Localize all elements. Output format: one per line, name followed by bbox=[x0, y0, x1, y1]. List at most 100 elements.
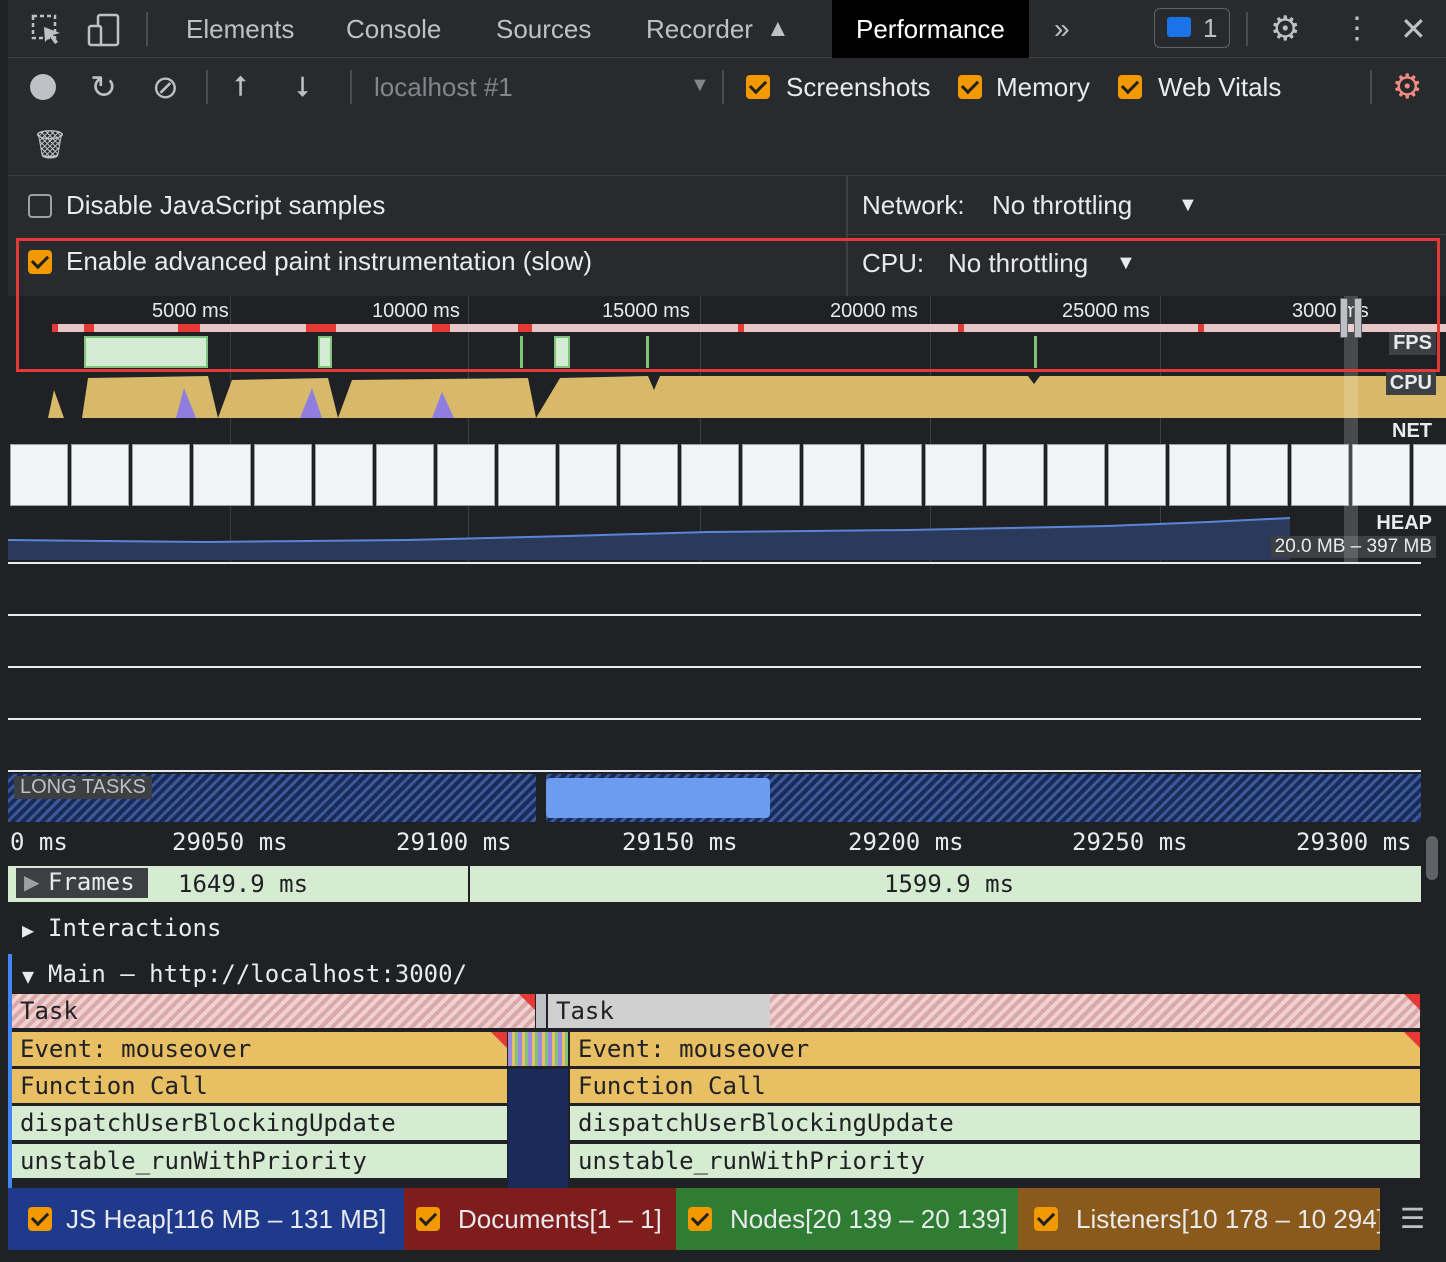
screenshot-thumbnail[interactable] bbox=[376, 444, 434, 506]
screenshot-thumbnail[interactable] bbox=[498, 444, 556, 506]
screenshot-thumbnail[interactable] bbox=[193, 444, 251, 506]
screenshot-thumbnail[interactable] bbox=[1230, 444, 1288, 506]
flame-event[interactable]: Event: mouseover bbox=[570, 1032, 1421, 1066]
trash-icon[interactable]: 🗑 bbox=[32, 116, 68, 174]
flame-mini-blocks bbox=[536, 994, 546, 1028]
long-tasks-track[interactable]: LONG TASKS bbox=[8, 774, 1421, 822]
flame-gap-block bbox=[508, 1069, 568, 1188]
tab-sources[interactable]: Sources bbox=[496, 0, 591, 58]
screenshot-thumbnail[interactable] bbox=[620, 444, 678, 506]
more-tabs-icon[interactable]: » bbox=[1054, 0, 1070, 58]
listeners-label: Listeners[10 178 – 10 294] bbox=[1076, 1204, 1380, 1234]
close-icon[interactable]: ✕ bbox=[1400, 0, 1427, 58]
frame-divider bbox=[468, 866, 470, 902]
toolbar-divider bbox=[206, 70, 208, 104]
screenshot-thumbnail[interactable] bbox=[986, 444, 1044, 506]
screenshot-thumbnail[interactable] bbox=[1169, 444, 1227, 506]
kebab-menu-icon[interactable]: ⋮ bbox=[1342, 0, 1372, 58]
screenshot-thumbnail[interactable] bbox=[925, 444, 983, 506]
hamburger-menu-icon[interactable]: ☰ bbox=[1400, 1190, 1425, 1248]
documents-checkbox[interactable] bbox=[416, 1207, 440, 1231]
interactions-track-label[interactable]: Interactions bbox=[48, 914, 221, 942]
flame-function-call[interactable]: Function Call bbox=[12, 1069, 508, 1103]
listeners-checkbox[interactable] bbox=[1034, 1207, 1058, 1231]
flame-dispatch-label: dispatchUserBlockingUpdate bbox=[578, 1109, 954, 1137]
heap-label: HEAP bbox=[1376, 512, 1432, 534]
clear-icon[interactable]: ⊘ bbox=[152, 58, 179, 116]
main-thread-label[interactable]: Main — http://localhost:3000/ bbox=[48, 960, 467, 988]
save-profile-icon[interactable]: ⭣ bbox=[296, 58, 309, 116]
inspect-element-icon[interactable] bbox=[30, 0, 64, 58]
screenshot-thumbnail[interactable] bbox=[254, 444, 312, 506]
nodes-counter[interactable]: Nodes[20 139 – 20 139] bbox=[676, 1188, 1018, 1250]
js-heap-checkbox[interactable] bbox=[28, 1207, 52, 1231]
disable-js-samples-checkbox[interactable] bbox=[28, 194, 52, 218]
web-vitals-checkbox[interactable] bbox=[1118, 75, 1142, 99]
frames-row[interactable]: ▶ Frames 1649.9 ms 1599.9 ms bbox=[8, 866, 1421, 902]
screenshot-thumbnail[interactable] bbox=[681, 444, 739, 506]
tab-performance[interactable]: Performance bbox=[832, 0, 1029, 58]
screenshot-thumbnail[interactable] bbox=[437, 444, 495, 506]
chevron-down-icon[interactable]: ▼ bbox=[1178, 194, 1198, 217]
long-task-gap bbox=[536, 774, 546, 822]
capture-settings-gear-icon[interactable]: ⚙ bbox=[1392, 58, 1422, 116]
screenshot-thumbnail[interactable] bbox=[1291, 444, 1349, 506]
tab-elements[interactable]: Elements bbox=[186, 0, 294, 58]
collapse-arrow-icon[interactable]: ▼ bbox=[22, 964, 34, 988]
flame-task[interactable]: Task bbox=[12, 994, 536, 1028]
track-divider bbox=[8, 666, 1421, 668]
issues-count: 1 bbox=[1203, 13, 1218, 43]
chevron-down-icon[interactable]: ▼ bbox=[690, 74, 710, 97]
flame-run-priority[interactable]: unstable_runWithPriority bbox=[12, 1144, 508, 1178]
listeners-counter[interactable]: Listeners[10 178 – 10 294] bbox=[1018, 1188, 1380, 1250]
screenshot-thumbnail[interactable] bbox=[864, 444, 922, 506]
device-toolbar-icon[interactable] bbox=[86, 0, 122, 58]
screenshot-thumbnail[interactable] bbox=[10, 444, 68, 506]
tab-console[interactable]: Console bbox=[346, 0, 441, 58]
track-divider bbox=[8, 562, 1421, 564]
flame-event-label: Event: mouseover bbox=[578, 1035, 810, 1063]
reload-record-icon[interactable]: ↻ bbox=[90, 58, 117, 116]
expand-arrow-icon[interactable]: ▶ bbox=[22, 918, 34, 942]
tab-recorder[interactable]: Recorder bbox=[646, 0, 753, 58]
record-icon[interactable] bbox=[30, 74, 56, 100]
screenshot-thumbnail[interactable] bbox=[803, 444, 861, 506]
network-throttling-select[interactable]: No throttling bbox=[992, 190, 1132, 221]
memory-counters-bar: JS Heap[116 MB – 131 MB] Documents[1 – 1… bbox=[8, 1188, 1446, 1250]
ruler-tick: 0 ms bbox=[10, 828, 68, 856]
vertical-scrollbar[interactable] bbox=[1426, 836, 1438, 880]
memory-checkbox[interactable] bbox=[958, 75, 982, 99]
screenshot-thumbnail[interactable] bbox=[1108, 444, 1166, 506]
frame-duration: 1599.9 ms bbox=[884, 870, 1015, 898]
frames-header[interactable]: ▶ Frames bbox=[16, 868, 148, 898]
nodes-checkbox[interactable] bbox=[688, 1207, 712, 1231]
flame-event[interactable]: Event: mouseover bbox=[12, 1032, 508, 1066]
screenshot-thumbnail[interactable] bbox=[315, 444, 373, 506]
profile-select[interactable]: localhost #1 bbox=[374, 72, 513, 103]
js-heap-counter[interactable]: JS Heap[116 MB – 131 MB] bbox=[8, 1188, 404, 1250]
flame-task[interactable]: Task bbox=[548, 994, 1421, 1028]
screenshot-thumbnail[interactable] bbox=[71, 444, 129, 506]
screenshot-thumbnail[interactable] bbox=[742, 444, 800, 506]
settings-gear-icon[interactable]: ⚙ bbox=[1270, 0, 1300, 58]
issues-badge[interactable]: 1 bbox=[1154, 8, 1230, 48]
screenshot-thumbnail[interactable] bbox=[132, 444, 190, 506]
flame-function-call[interactable]: Function Call bbox=[570, 1069, 1421, 1103]
net-label: NET bbox=[1392, 420, 1432, 442]
flame-dispatch[interactable]: dispatchUserBlockingUpdate bbox=[570, 1106, 1421, 1140]
devtools-tab-bar: Elements Console Sources Recorder ▲ Perf… bbox=[8, 0, 1446, 58]
flame-run-priority[interactable]: unstable_runWithPriority bbox=[570, 1144, 1421, 1178]
highlight-annotation bbox=[16, 238, 1440, 372]
screenshot-thumbnail[interactable] bbox=[1047, 444, 1105, 506]
long-task-selected[interactable] bbox=[546, 778, 770, 818]
flame-dispatch[interactable]: dispatchUserBlockingUpdate bbox=[12, 1106, 508, 1140]
load-profile-icon[interactable]: ⭡ bbox=[234, 58, 247, 116]
screenshot-thumbnail[interactable] bbox=[1352, 444, 1410, 506]
screenshot-thumbnail[interactable] bbox=[1413, 444, 1446, 506]
disable-js-samples-label: Disable JavaScript samples bbox=[66, 190, 386, 220]
documents-counter[interactable]: Documents[1 – 1] bbox=[404, 1188, 676, 1250]
ruler-tick: 29300 ms bbox=[1296, 828, 1412, 856]
screenshots-checkbox[interactable] bbox=[746, 75, 770, 99]
flame-function-call-label: Function Call bbox=[578, 1072, 766, 1100]
screenshot-thumbnail[interactable] bbox=[559, 444, 617, 506]
